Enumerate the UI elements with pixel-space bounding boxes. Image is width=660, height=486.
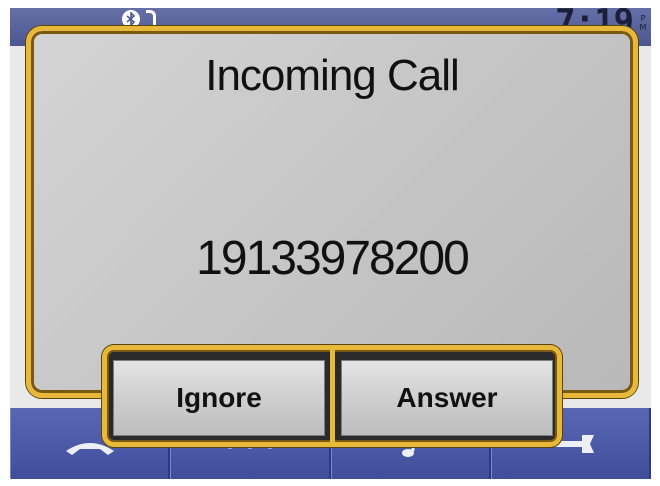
dialog-title: Incoming Call <box>205 51 460 100</box>
call-action-group: Ignore Answer <box>102 345 562 447</box>
ignore-button[interactable]: Ignore <box>113 360 325 436</box>
incoming-call-dialog: Incoming Call 19133978200 <box>26 26 638 398</box>
am-pm-indicator: P M <box>639 14 647 32</box>
device-screen: 7:19 P M Incoming Call 19133978200 Ignor… <box>10 8 651 479</box>
answer-button[interactable]: Answer <box>341 360 553 436</box>
button-divider <box>330 350 335 442</box>
caller-number: 19133978200 <box>196 232 470 285</box>
